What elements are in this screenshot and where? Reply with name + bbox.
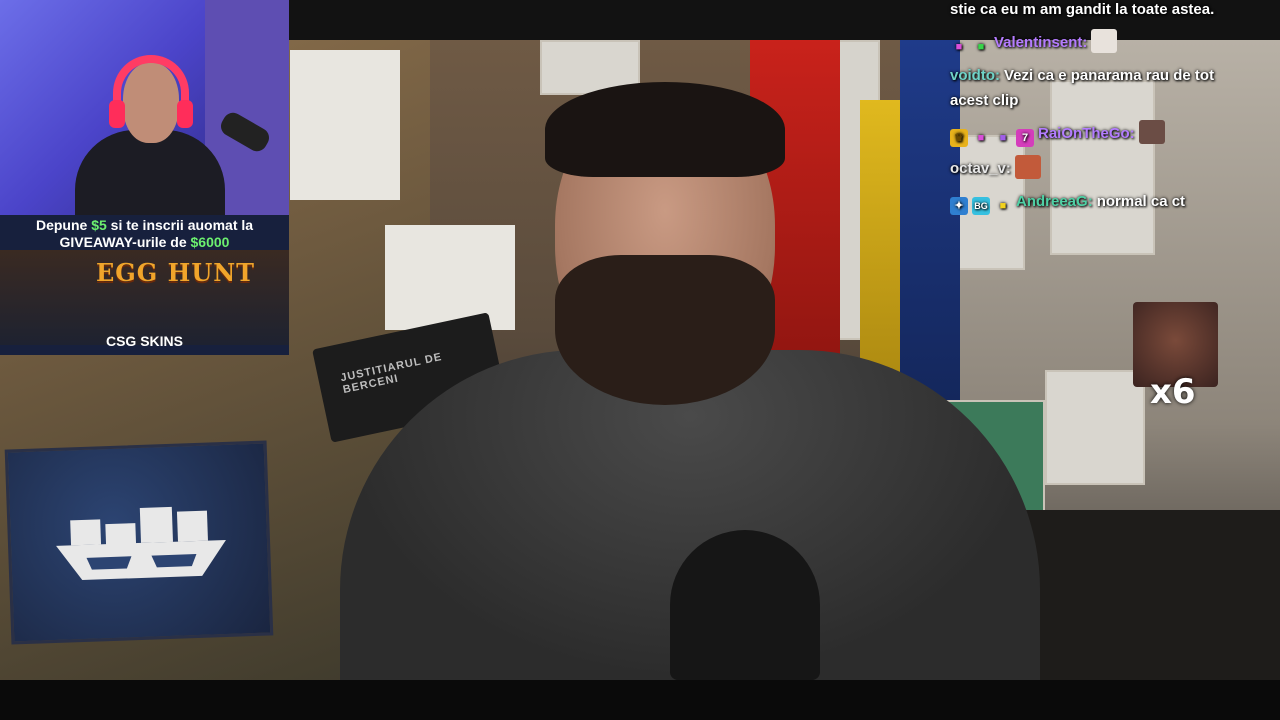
chat-message: ♛ ■ ■ 7 RaiOnTheGo: — [950, 120, 1280, 147]
emote-combo-count: x6 — [1150, 372, 1196, 412]
streamer-subject — [340, 60, 1040, 680]
event-title: EGG HUNT — [96, 258, 256, 287]
space-invader-badge-icon: ■ — [999, 200, 1007, 212]
cat-emote-icon — [1091, 29, 1118, 53]
space-invader-badge-icon: ■ — [955, 41, 963, 53]
microphone — [670, 530, 820, 680]
promo-line-1: Depune $5 si te inscrii auomat la — [0, 217, 289, 233]
promo-line-2: GIVEAWAY-urile de $6000 — [0, 234, 289, 250]
laughing-emote-icon — [1014, 155, 1041, 179]
stream-frame: JUSTITIARUL DE BERCENI Depune $5 si te i… — [0, 0, 1280, 720]
chat-username[interactable]: RaiOnTheGo: — [1038, 125, 1135, 142]
sword-badge-icon: ✦ — [950, 197, 968, 215]
promo-text: -urile de — [132, 234, 191, 250]
egg-hunt-artwork: EGG HUNT — [0, 250, 289, 345]
gift-badge-icon: ■ — [977, 41, 985, 53]
subject-beard — [555, 255, 775, 405]
chat-username[interactable]: AndreeaG: — [1016, 193, 1093, 210]
chat-message: voidto: Vezi ca e panarama rau de tot — [950, 63, 1280, 88]
chat-message-text: acest clip — [950, 92, 1019, 109]
chat-message-continuation: acest clip — [950, 88, 1280, 113]
bg-badge-icon: BG — [972, 197, 990, 215]
headphone-earcup — [177, 100, 193, 128]
sponsor-brand: CSG SKINS — [105, 333, 183, 349]
chat-message-text: Vezi ca e panarama rau de tot — [1004, 67, 1215, 84]
subject-hair — [545, 82, 785, 177]
crown-badge-icon: ♛ — [950, 129, 968, 147]
chat-message-text: normal ca ct — [1096, 193, 1186, 210]
chat-username[interactable]: Valentinsent: — [994, 34, 1087, 51]
giveaway-promo[interactable]: Depune $5 si te inscrii auomat la GIVEAW… — [0, 215, 289, 355]
chat-message: stie ca eu m am gandit la toate astea. — [950, 0, 1280, 22]
chat-username[interactable]: voidto: — [950, 67, 1000, 84]
promo-text: Depune — [35, 217, 92, 233]
webcam-streamer — [75, 55, 225, 215]
webcam-overlay: Depune $5 si te inscrii auomat la GIVEAW… — [0, 0, 289, 355]
boat-logo-icon — [56, 506, 226, 581]
chat-message: ✦ BG ■ AndreeaG: normal ca ct — [950, 189, 1280, 215]
promo-text: si te inscrii auomat la — [106, 217, 254, 233]
framed-photo — [1045, 370, 1145, 485]
promo-deposit-amount: $5 — [91, 217, 107, 233]
chat-message: ■ ■ Valentinsent: — [950, 29, 1280, 56]
promo-giveaway-word: GIVEAWAY — [59, 234, 133, 250]
space-invader-badge-icon: ■ — [977, 132, 985, 144]
gift-badge-icon: ■ — [999, 132, 1007, 144]
promo-prize-amount: $6000 — [190, 234, 230, 250]
seventv-badge-icon: 7 — [1016, 129, 1034, 147]
bottom-letterbox — [0, 680, 1280, 720]
logo-canvas — [4, 440, 274, 645]
face-emote-icon — [1138, 120, 1165, 144]
chat-message-text: stie ca eu m am gandit la toate astea. — [950, 1, 1215, 18]
chat-username[interactable]: octav_v: — [950, 160, 1011, 177]
headphone-earcup — [109, 100, 125, 128]
chat-message: octav_v: — [950, 155, 1280, 181]
